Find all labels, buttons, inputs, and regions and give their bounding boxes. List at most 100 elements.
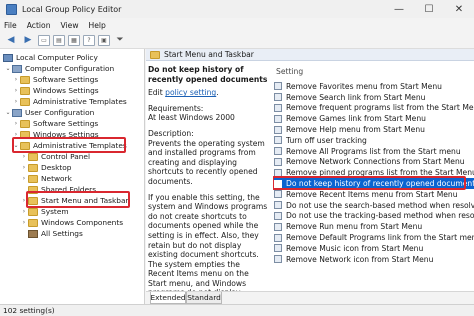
all-settings-icon xyxy=(28,229,38,238)
expand-chevron-icon[interactable]: › xyxy=(12,98,20,105)
expand-chevron-icon[interactable]: › xyxy=(20,164,28,171)
setting-row[interactable]: Remove Recent Items menu from Start Menu xyxy=(273,189,474,200)
tree-item-network[interactable]: › Network xyxy=(20,173,72,184)
expand-chevron-icon[interactable]: › xyxy=(20,208,28,215)
description-panel: Do not keep history of recently opened d… xyxy=(146,61,271,291)
setting-row[interactable]: Turn off user tracking xyxy=(273,135,474,146)
tree-item-windows-settings[interactable]: › Windows Settings xyxy=(12,129,99,140)
setting-row[interactable]: Remove Network Connections from Start Me… xyxy=(273,157,474,168)
expand-chevron-icon[interactable]: › xyxy=(12,120,20,127)
folder-icon xyxy=(28,196,38,205)
policy-setting-link[interactable]: policy setting xyxy=(165,88,216,97)
tree-item-windows-components[interactable]: › Windows Components xyxy=(20,217,123,228)
setting-row[interactable]: Remove Search link from Start Menu xyxy=(273,92,474,103)
status-bar: 102 setting(s) xyxy=(0,304,474,316)
setting-heading: Do not keep history of recently opened d… xyxy=(148,65,268,84)
setting-row[interactable]: Remove frequent programs list from the S… xyxy=(273,103,474,114)
setting-row[interactable]: Remove Favorites menu from Start Menu xyxy=(273,81,474,92)
setting-row[interactable]: Remove All Programs list from the Start … xyxy=(273,146,474,157)
tree-item-software-settings[interactable]: › Software Settings xyxy=(12,74,98,85)
edit-line: Edit policy setting. xyxy=(148,88,219,98)
setting-row[interactable]: Do not use the search-based method when … xyxy=(273,200,474,211)
tree-item-windows-settings[interactable]: › Windows Settings xyxy=(12,85,99,96)
close-button[interactable]: ✕ xyxy=(444,0,474,18)
expand-chevron-icon[interactable]: › xyxy=(20,197,28,204)
setting-row[interactable]: Remove Network icon from Start Menu xyxy=(273,254,474,265)
setting-column-header[interactable]: Setting xyxy=(273,67,474,79)
expand-chevron-icon[interactable]: › xyxy=(20,153,28,160)
policy-setting-icon xyxy=(274,244,282,253)
tree-item-computer-configuration[interactable]: ⌄ Computer Configuration xyxy=(4,63,114,74)
tree-item-software-settings[interactable]: › Software Settings xyxy=(12,118,98,129)
properties-icon[interactable]: ▣ xyxy=(98,34,110,46)
policy-setting-icon xyxy=(274,147,282,156)
setting-row[interactable]: Do not use the tracking-based method whe… xyxy=(273,211,474,222)
setting-row[interactable]: Remove Default Programs link from the St… xyxy=(273,232,474,243)
folder-icon xyxy=(28,163,38,172)
setting-row[interactable]: Remove Run menu from Start Menu xyxy=(273,221,474,232)
folder-icon xyxy=(28,218,38,227)
export-list-icon[interactable]: ▦ xyxy=(68,34,80,46)
policy-setting-icon xyxy=(274,82,282,91)
view-tabs: Extended Standard xyxy=(146,291,474,304)
description-para-1: Prevents the operating system and instal… xyxy=(148,138,265,186)
minimize-button[interactable]: — xyxy=(384,0,414,18)
menu-help[interactable]: Help xyxy=(89,21,106,30)
policy-setting-icon xyxy=(274,168,282,177)
expand-chevron-icon[interactable]: › xyxy=(20,219,28,226)
maximize-button[interactable]: ☐ xyxy=(414,0,444,18)
folder-icon xyxy=(28,174,38,183)
computer-icon xyxy=(12,64,22,73)
tree-item-user-configuration[interactable]: ⌄ User Configuration xyxy=(4,107,94,118)
tree-item-administrative-templates[interactable]: ⌄ Administrative Templates xyxy=(12,140,126,151)
tab-standard[interactable]: Standard xyxy=(186,292,222,304)
help-icon[interactable]: ? xyxy=(83,34,95,46)
collapse-chevron-icon[interactable]: ⌄ xyxy=(4,65,12,72)
toolbar: ◀ ▶ ▭ ▤ ▦ ? ▣ ⏷ xyxy=(0,32,474,49)
title-bar: Local Group Policy Editor — ☐ ✕ xyxy=(0,0,474,18)
folder-icon xyxy=(28,152,38,161)
filter-icon[interactable]: ⏷ xyxy=(113,34,127,47)
show-hide-tree-icon[interactable]: ▤ xyxy=(53,34,65,46)
tab-extended[interactable]: Extended xyxy=(150,292,186,304)
menu-action[interactable]: Action xyxy=(27,21,51,30)
tree-item-desktop[interactable]: › Desktop xyxy=(20,162,72,173)
computer-policy-icon xyxy=(3,53,13,62)
setting-row[interactable]: Remove pinned programs list from the Sta… xyxy=(273,167,474,178)
setting-label: Turn off user tracking xyxy=(286,135,367,145)
setting-row[interactable]: Remove Help menu from Start Menu xyxy=(273,124,474,135)
tree-item-system[interactable]: › System xyxy=(20,206,69,217)
menu-file[interactable]: File xyxy=(4,21,17,30)
setting-row[interactable]: Remove Games link from Start Menu xyxy=(273,113,474,124)
setting-row[interactable]: Remove Music icon from Start Menu xyxy=(273,243,474,254)
tree-item-shared-folders[interactable]: Shared Folders xyxy=(20,184,96,195)
expand-chevron-icon[interactable]: › xyxy=(12,131,20,138)
setting-row[interactable]: Do not keep history of recently opened d… xyxy=(273,178,474,189)
policy-setting-icon xyxy=(274,125,282,134)
setting-label: Do not keep history of recently opened d… xyxy=(286,179,474,189)
policy-setting-icon xyxy=(274,190,282,199)
expand-chevron-icon[interactable]: › xyxy=(12,76,20,83)
requirements-value: At least Windows 2000 xyxy=(148,113,235,123)
collapse-chevron-icon[interactable]: ⌄ xyxy=(12,142,20,149)
expand-chevron-icon[interactable]: › xyxy=(20,175,28,182)
policy-setting-icon xyxy=(274,157,282,166)
tree-item-all-settings[interactable]: All Settings xyxy=(20,228,83,239)
expand-chevron-icon[interactable]: › xyxy=(12,87,20,94)
tree-item-control-panel[interactable]: › Control Panel xyxy=(20,151,90,162)
folder-icon xyxy=(20,130,30,139)
setting-label: Remove Favorites menu from Start Menu xyxy=(286,81,442,91)
user-icon xyxy=(12,108,22,117)
settings-list: Setting Remove Favorites menu from Start… xyxy=(273,61,474,291)
back-arrow-icon[interactable]: ◀ xyxy=(4,34,18,47)
tree-item-administrative-templates[interactable]: › Administrative Templates xyxy=(12,96,127,107)
breadcrumb: Start Menu and Taskbar xyxy=(146,49,474,61)
tree-item-start-menu-and-taskbar[interactable]: › Start Menu and Taskbar xyxy=(20,195,129,206)
policy-setting-icon xyxy=(274,222,282,231)
tree-item-local-computer-policy[interactable]: Local Computer Policy xyxy=(3,52,98,63)
forward-arrow-icon[interactable]: ▶ xyxy=(21,34,35,47)
up-folder-icon[interactable]: ▭ xyxy=(38,34,50,46)
menu-view[interactable]: View xyxy=(61,21,79,30)
requirements-label: Requirements: xyxy=(148,103,204,113)
collapse-chevron-icon[interactable]: ⌄ xyxy=(4,109,12,116)
